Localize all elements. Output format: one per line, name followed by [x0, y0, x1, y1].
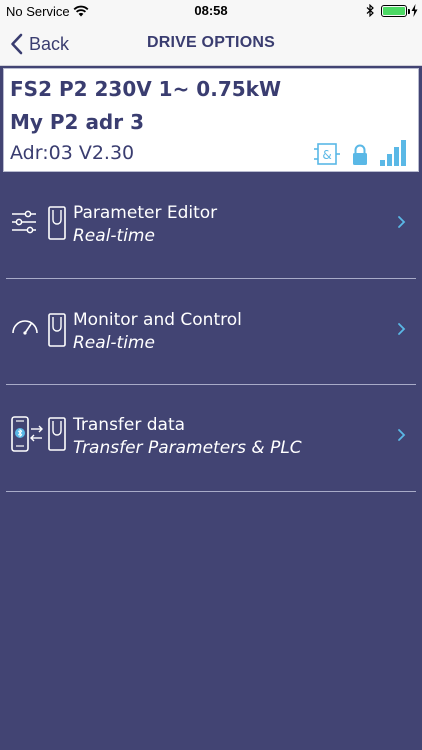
phone-transfer-icon [11, 416, 43, 452]
drive-address-version: Adr:03 V2.30 [10, 142, 135, 164]
charging-icon [411, 4, 418, 17]
sliders-icon [12, 210, 36, 234]
drive-unit-icon [48, 313, 66, 347]
battery-icon [381, 5, 410, 17]
battery-fill [383, 7, 405, 15]
divider [6, 491, 416, 492]
menu-item-subtitle: Real-time [73, 333, 155, 353]
plc-icon: & [314, 143, 340, 165]
chevron-right-icon [398, 216, 406, 228]
menu-item-title: Parameter Editor [73, 203, 218, 223]
gauge-icon [12, 320, 38, 335]
signal-bar-3 [394, 147, 399, 166]
drive-info-card: FS2 P2 230V 1~ 0.75kW My P2 adr 3 Adr:03… [3, 68, 419, 172]
menu-item-transfer-data[interactable]: Transfer data Transfer Parameters & PLC [0, 385, 422, 491]
menu-item-parameter-editor[interactable]: Parameter Editor Real-time [0, 172, 422, 278]
drive-unit-icon [48, 417, 66, 451]
drive-unit-icon [48, 206, 66, 240]
drive-model: FS2 P2 230V 1~ 0.75kW [10, 77, 282, 101]
status-bar: No Service 08:58 [0, 0, 422, 22]
signal-bar-2 [387, 154, 392, 166]
clock: 08:58 [194, 3, 228, 18]
menu-item-title: Transfer data [73, 415, 186, 435]
svg-text:&: & [322, 148, 331, 162]
chevron-right-icon [398, 323, 406, 335]
signal-strength-icon [380, 140, 406, 166]
signal-bar-4 [401, 140, 406, 166]
page-title: DRIVE OPTIONS [147, 34, 275, 51]
signal-bar-1 [380, 160, 385, 166]
menu-item-title: Monitor and Control [73, 310, 242, 330]
chevron-right-icon [398, 429, 406, 441]
menu-item-monitor-control[interactable]: Monitor and Control Real-time [0, 279, 422, 385]
drive-name: My P2 adr 3 [10, 110, 144, 134]
lock-icon [353, 144, 367, 165]
bluetooth-icon [366, 4, 374, 17]
navigation-bar: Back DRIVE OPTIONS [0, 22, 422, 66]
menu-item-subtitle: Real-time [73, 226, 155, 246]
drive-status-icons: & [314, 138, 408, 166]
menu-item-subtitle: Transfer Parameters & PLC [73, 438, 302, 458]
